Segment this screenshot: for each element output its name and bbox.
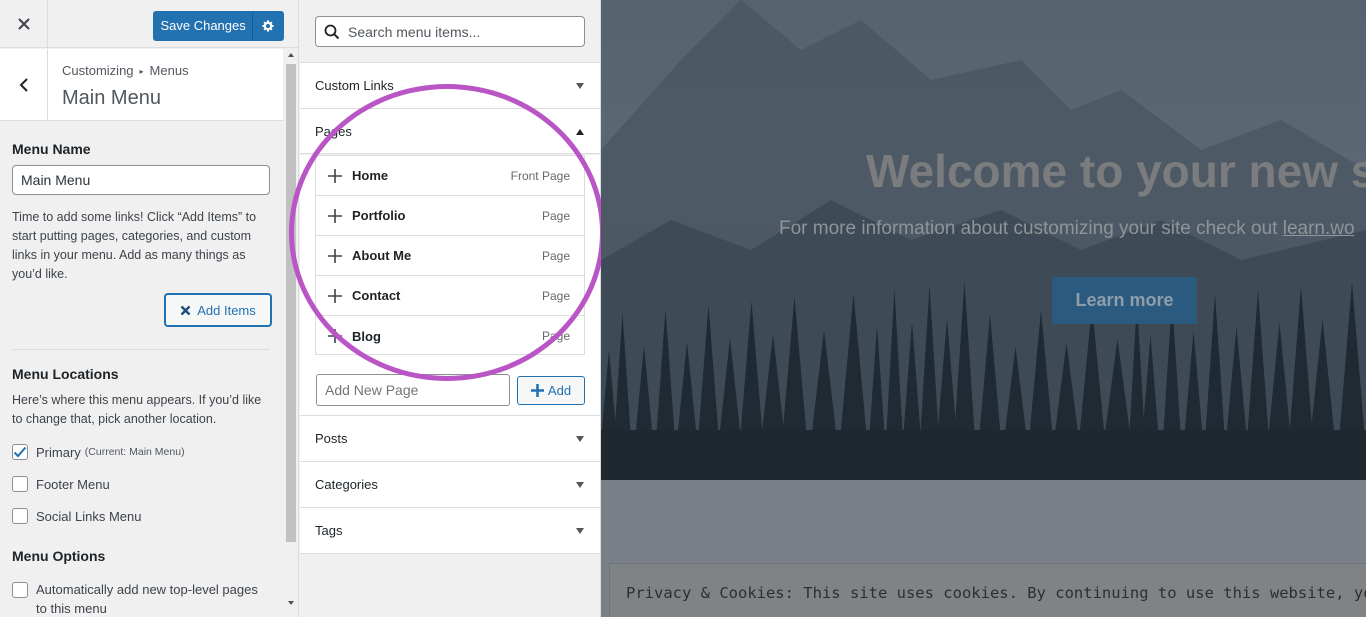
plus-icon <box>318 248 352 263</box>
page-name: Contact <box>352 288 401 303</box>
page-type: Page <box>541 248 570 263</box>
plus-icon <box>318 208 352 223</box>
divider <box>12 349 270 350</box>
section-label: Tags <box>315 523 343 538</box>
panel-title: Main Menu <box>62 87 161 109</box>
section-label: Posts <box>315 431 348 446</box>
page-name: Home <box>352 168 389 183</box>
scroll-up-arrow-icon[interactable] <box>288 53 294 57</box>
page-type: Page <box>541 329 570 343</box>
customizer-sidebar: Save Changes Customizing ▸ Menus Main Menu… <box>0 0 299 617</box>
hero-subtitle-text: For more information about customizing y… <box>779 218 1278 239</box>
chevron-left-icon <box>19 78 28 92</box>
auto-add-pages-option[interactable]: Automatically add new top-level pages to… <box>12 580 270 617</box>
list-item[interactable]: Blog Page <box>316 316 584 356</box>
list-item[interactable]: Home Front Page <box>316 156 584 196</box>
close-customizer-button[interactable] <box>0 0 48 48</box>
breadcrumb-root: Customizing <box>62 63 134 78</box>
chevron-down-icon <box>576 436 584 442</box>
section-custom-links[interactable]: Custom Links <box>300 62 600 108</box>
section-pages[interactable]: Pages <box>300 108 600 154</box>
mountain-forest-illustration <box>601 0 1366 480</box>
list-item[interactable]: Portfolio Page <box>316 196 584 236</box>
sidebar-scrollbar[interactable] <box>284 49 298 617</box>
menu-options-label: Menu Options <box>12 548 106 564</box>
breadcrumb: Customizing ▸ Menus <box>62 63 189 78</box>
location-note: (Current: Main Menu) <box>84 446 185 458</box>
chevron-down-icon <box>576 482 584 488</box>
close-icon <box>17 18 30 30</box>
chevron-up-icon <box>576 129 584 135</box>
chevron-down-icon <box>576 83 584 89</box>
menu-locations-label: Menu Locations <box>12 366 119 382</box>
checkmark-icon <box>13 446 27 458</box>
checkbox[interactable] <box>12 476 28 492</box>
plus-icon <box>318 288 352 303</box>
pages-section-body: Home Front Page Portfolio Page About Me … <box>300 155 600 415</box>
panel-header: Customizing ▸ Menus Main Menu <box>0 49 283 121</box>
save-changes-label: Save Changes <box>154 12 254 40</box>
pages-list: Home Front Page Portfolio Page About Me … <box>315 155 585 355</box>
scrollbar-thumb[interactable] <box>286 64 296 542</box>
location-label: Footer Menu <box>36 476 110 492</box>
page-type: Front Page <box>510 168 570 183</box>
plus-icon <box>318 329 352 343</box>
section-label: Categories <box>315 477 378 492</box>
menu-name-label: Menu Name <box>12 141 91 157</box>
breadcrumb-parent: Menus <box>149 63 189 78</box>
add-items-button[interactable]: Add Items <box>165 294 271 326</box>
location-label: Social Links Menu <box>36 508 142 524</box>
add-page-button[interactable]: Add <box>517 376 585 405</box>
list-item[interactable]: Contact Page <box>316 276 584 316</box>
scroll-down-arrow-icon[interactable] <box>288 601 294 605</box>
add-label: Add <box>547 383 572 398</box>
chevron-down-icon <box>576 528 584 534</box>
section-label: Custom Links <box>315 78 394 93</box>
location-footer[interactable]: Footer Menu <box>12 476 110 492</box>
menu-locations-description: Here’s where this menu appears. If you’d… <box>12 393 262 426</box>
plus-icon <box>530 384 544 397</box>
page-name: Blog <box>352 328 381 344</box>
cookie-banner: Privacy & Cookies: This site uses cookie… <box>609 563 1366 617</box>
back-button[interactable] <box>0 49 48 121</box>
checkbox-checked[interactable] <box>12 444 28 460</box>
location-label: Primary <box>36 444 81 460</box>
page-name: About Me <box>352 248 412 263</box>
gear-icon[interactable] <box>253 19 283 33</box>
page-type: Page <box>541 208 570 223</box>
checkbox[interactable] <box>12 508 28 524</box>
location-social[interactable]: Social Links Menu <box>12 508 142 524</box>
panel-empty-area <box>300 553 600 617</box>
list-item[interactable]: About Me Page <box>316 236 584 276</box>
menu-instructions: Time to add some links! Click “Add Items… <box>12 210 257 281</box>
hero-subtitle: For more information about customizing y… <box>779 218 1355 240</box>
learn-more-button[interactable]: Learn more <box>1052 277 1197 324</box>
location-primary[interactable]: Primary (Current: Main Menu) <box>12 444 185 460</box>
hero-title: Welcome to your new site <box>866 145 1366 197</box>
add-new-page-field[interactable] <box>316 374 510 406</box>
section-label: Pages <box>315 123 352 139</box>
learn-link[interactable]: learn.wo <box>1283 218 1355 239</box>
save-changes-button[interactable]: Save Changes <box>153 11 284 41</box>
plus-icon <box>318 168 352 183</box>
search-placeholder: Search menu items... <box>348 23 481 40</box>
menu-name-field[interactable] <box>12 165 270 195</box>
customizer-header: Save Changes <box>0 0 298 48</box>
section-posts[interactable]: Posts <box>300 415 600 461</box>
page-type: Page <box>541 288 570 303</box>
checkbox[interactable] <box>12 582 28 598</box>
page-name: Portfolio <box>352 208 406 223</box>
section-categories[interactable]: Categories <box>300 461 600 507</box>
available-menu-items-panel: Search menu items... Custom Links Pages … <box>300 0 601 617</box>
auto-add-label: Automatically add new top-level pages to… <box>36 582 258 616</box>
search-menu-items-input[interactable]: Search menu items... <box>315 16 585 47</box>
add-items-label: Add Items <box>197 302 256 318</box>
site-preview: Welcome to your new site For more inform… <box>601 0 1366 617</box>
search-icon <box>324 24 340 39</box>
close-icon <box>180 305 191 315</box>
customizer-window: Save Changes Customizing ▸ Menus Main Menu… <box>0 0 1366 617</box>
section-tags[interactable]: Tags <box>300 507 600 553</box>
hero-section: Welcome to your new site For more inform… <box>601 0 1366 480</box>
breadcrumb-separator-icon: ▸ <box>139 67 144 77</box>
